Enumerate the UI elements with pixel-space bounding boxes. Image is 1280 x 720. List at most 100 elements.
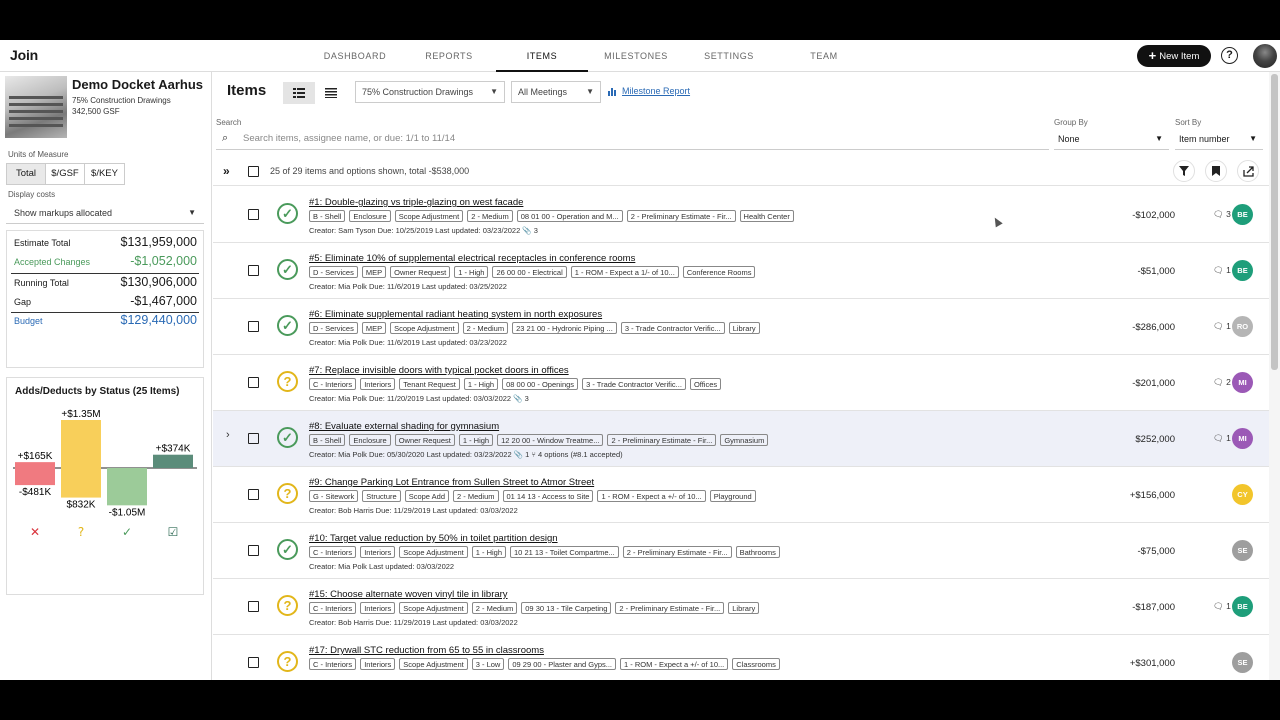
assignee-avatar[interactable]: SE	[1232, 652, 1253, 673]
milestone-report-link[interactable]: Milestone Report	[622, 86, 690, 96]
item-checkbox[interactable]	[248, 377, 259, 388]
item-chip[interactable]: 2 - Preliminary Estimate - Fir...	[615, 602, 725, 614]
item-chip[interactable]: 1 - High	[471, 546, 507, 558]
status-rejected-icon[interactable]: ✕	[30, 525, 40, 539]
status-pending-icon[interactable]: ?	[277, 595, 298, 616]
item-chip[interactable]: 3 - Trade Contractor Verific...	[582, 378, 686, 390]
item-chip[interactable]: MEP	[361, 322, 387, 334]
item-row[interactable]: › ✓ #8: Evaluate external shading for gymn…	[213, 411, 1270, 467]
assignee-avatar[interactable]: BE	[1232, 260, 1253, 281]
item-chip[interactable]: Scope Adjustment	[390, 322, 459, 334]
item-chip[interactable]: 09 30 13 - Tile Carpeting	[521, 602, 612, 614]
item-chip[interactable]: 2 - Medium	[471, 602, 518, 614]
item-chip[interactable]: Library	[728, 602, 760, 614]
chart-bar-deduct[interactable]	[15, 468, 55, 486]
item-chip[interactable]: 2 - Medium	[467, 210, 513, 222]
item-chip[interactable]: Scope Add	[404, 490, 449, 502]
item-checkbox[interactable]	[248, 265, 259, 276]
item-chip[interactable]: Interiors	[360, 602, 396, 614]
group-by-select[interactable]: None ▼	[1054, 128, 1169, 150]
tab-reports[interactable]: REPORTS	[414, 40, 484, 72]
item-chip[interactable]: 2 - Medium	[462, 322, 509, 334]
item-title-link[interactable]: #17: Drywall STC reduction from 65 to 55…	[309, 645, 544, 656]
item-chip[interactable]: 1 - ROM - Expect a +/- of 10...	[620, 658, 729, 670]
item-chip[interactable]: Interiors	[360, 546, 396, 558]
item-chip[interactable]: 1 - High	[454, 266, 489, 278]
milestone-select[interactable]: 75% Construction Drawings ▼	[355, 81, 505, 103]
item-chip[interactable]: 1 - ROM - Expect a +/- of 10...	[597, 490, 706, 502]
display-costs-select[interactable]: Show markups allocated ▼	[6, 202, 204, 224]
status-incorporated-icon[interactable]: ☑	[168, 525, 179, 539]
item-chip[interactable]: Playground	[709, 490, 756, 502]
tab-settings[interactable]: SETTINGS	[694, 40, 764, 72]
list-view-button[interactable]	[315, 82, 347, 104]
uom-total-button[interactable]: Total	[7, 164, 46, 184]
select-all-checkbox[interactable]	[248, 166, 259, 177]
item-chip[interactable]: 12 20 00 - Window Treatme...	[497, 434, 604, 446]
item-row[interactable]: ? #17: Drywall STC reduction from 65 to 5…	[213, 635, 1270, 680]
status-accepted-icon[interactable]: ✓	[277, 427, 298, 448]
sort-by-select[interactable]: Item number ▼	[1175, 128, 1263, 150]
item-chip[interactable]: 10 21 13 - Toilet Compartme...	[510, 546, 619, 558]
item-checkbox[interactable]	[248, 321, 259, 332]
item-row[interactable]: ? #15: Choose alternate woven vinyl tile …	[213, 579, 1270, 635]
assignee-avatar[interactable]: MI	[1232, 372, 1253, 393]
tab-dashboard[interactable]: DASHBOARD	[318, 40, 392, 72]
item-chip[interactable]: Library	[728, 322, 760, 334]
uom-gsf-button[interactable]: $/GSF	[46, 164, 85, 184]
item-chip[interactable]: G - Sitework	[309, 490, 359, 502]
comment-count[interactable]: 🗨 1	[1213, 321, 1231, 332]
status-accepted-icon[interactable]: ✓	[277, 315, 298, 336]
item-chip[interactable]: 1 - ROM - Expect a 1/- of 10...	[570, 266, 679, 278]
item-chip[interactable]: Enclosure	[349, 210, 391, 222]
status-accepted-icon[interactable]: ✓	[122, 525, 132, 539]
item-title-link[interactable]: #15: Choose alternate woven vinyl tile i…	[309, 589, 508, 600]
item-chip[interactable]: C - Interiors	[309, 546, 357, 558]
scrollbar-thumb[interactable]	[1271, 74, 1278, 370]
item-chip[interactable]: Owner Request	[390, 266, 451, 278]
item-chip[interactable]: 08 01 00 - Operation and M...	[516, 210, 623, 222]
comment-count[interactable]: 🗨 3	[1213, 209, 1231, 220]
tab-team[interactable]: TEAM	[794, 40, 854, 72]
search-input[interactable]: ⌕ Search items, assignee name, or due: 1…	[216, 128, 1049, 150]
comment-count[interactable]: 🗨 1	[1213, 265, 1231, 276]
item-chip[interactable]: 2 - Preliminary Estimate - Fir...	[607, 434, 717, 446]
assignee-avatar[interactable]: BE	[1232, 596, 1253, 617]
item-chip[interactable]: 3 - Trade Contractor Verific...	[620, 322, 725, 334]
item-chip[interactable]: D - Services	[309, 322, 358, 334]
item-chip[interactable]: Scope Adjustment	[399, 658, 468, 670]
item-title-link[interactable]: #10: Target value reduction by 50% in to…	[309, 533, 558, 544]
chart-bar-add[interactable]	[153, 454, 193, 468]
item-checkbox[interactable]	[248, 433, 259, 444]
item-chip[interactable]: Tenant Request	[399, 378, 460, 390]
item-chip[interactable]: 01 14 13 - Access to Site	[502, 490, 594, 502]
item-checkbox[interactable]	[248, 601, 259, 612]
chart-bar-deduct[interactable]	[61, 468, 101, 498]
item-row[interactable]: ✓ #5: Eliminate 10% of supplemental elect…	[213, 243, 1270, 299]
item-title-link[interactable]: #7: Replace invisible doors with typical…	[309, 365, 569, 376]
help-icon[interactable]: ?	[1221, 47, 1238, 64]
item-chip[interactable]: Owner Request	[394, 434, 455, 446]
comment-count[interactable]: 🗨 1	[1213, 433, 1231, 444]
item-chip[interactable]: 08 00 00 - Openings	[502, 378, 579, 390]
item-checkbox[interactable]	[248, 657, 259, 668]
item-row[interactable]: ✓ #1: Double-glazing vs triple-glazing on…	[213, 187, 1270, 243]
item-chip[interactable]: 2 - Preliminary Estimate - Fir...	[622, 546, 732, 558]
item-chip[interactable]: MEP	[361, 266, 387, 278]
item-chip[interactable]: Offices	[689, 378, 722, 390]
item-chip[interactable]: 2 - Preliminary Estimate - Fir...	[626, 210, 736, 222]
comment-count[interactable]: 🗨 2	[1213, 377, 1231, 388]
bookmark-icon[interactable]	[1205, 160, 1227, 182]
item-title-link[interactable]: #6: Eliminate supplemental radiant heati…	[309, 309, 602, 320]
status-accepted-icon[interactable]: ✓	[277, 539, 298, 560]
join-logo[interactable]: Join	[10, 47, 38, 63]
item-chip[interactable]: 2 - Medium	[452, 490, 499, 502]
meeting-select[interactable]: All Meetings ▼	[511, 81, 601, 103]
status-pending-icon[interactable]: ?	[277, 651, 298, 672]
item-row[interactable]: ✓ #6: Eliminate supplemental radiant heat…	[213, 299, 1270, 355]
item-row[interactable]: ✓ #10: Target value reduction by 50% in t…	[213, 523, 1270, 579]
filter-icon[interactable]	[1173, 160, 1195, 182]
chart-bar-add[interactable]	[15, 462, 55, 468]
item-title-link[interactable]: #9: Change Parking Lot Entrance from Sul…	[309, 477, 594, 488]
item-checkbox[interactable]	[248, 489, 259, 500]
